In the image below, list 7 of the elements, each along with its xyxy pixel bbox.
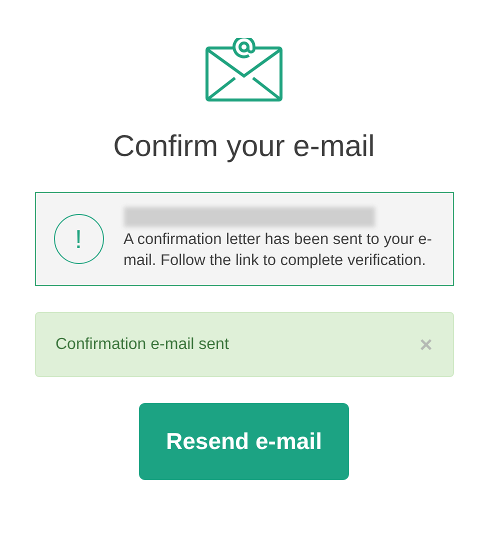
envelope-icon	[204, 38, 284, 102]
notice-message: A confirmation letter has been sent to your e-mail. Follow the link to complete verification.	[124, 230, 433, 271]
page-title: Confirm your e-mail	[113, 132, 375, 162]
alert-message: Confirmation e-mail sent	[56, 334, 229, 354]
close-button[interactable]: ×	[420, 334, 432, 356]
exclamation-icon: !	[54, 214, 104, 264]
resend-button[interactable]: Resend e-mail	[139, 403, 349, 480]
